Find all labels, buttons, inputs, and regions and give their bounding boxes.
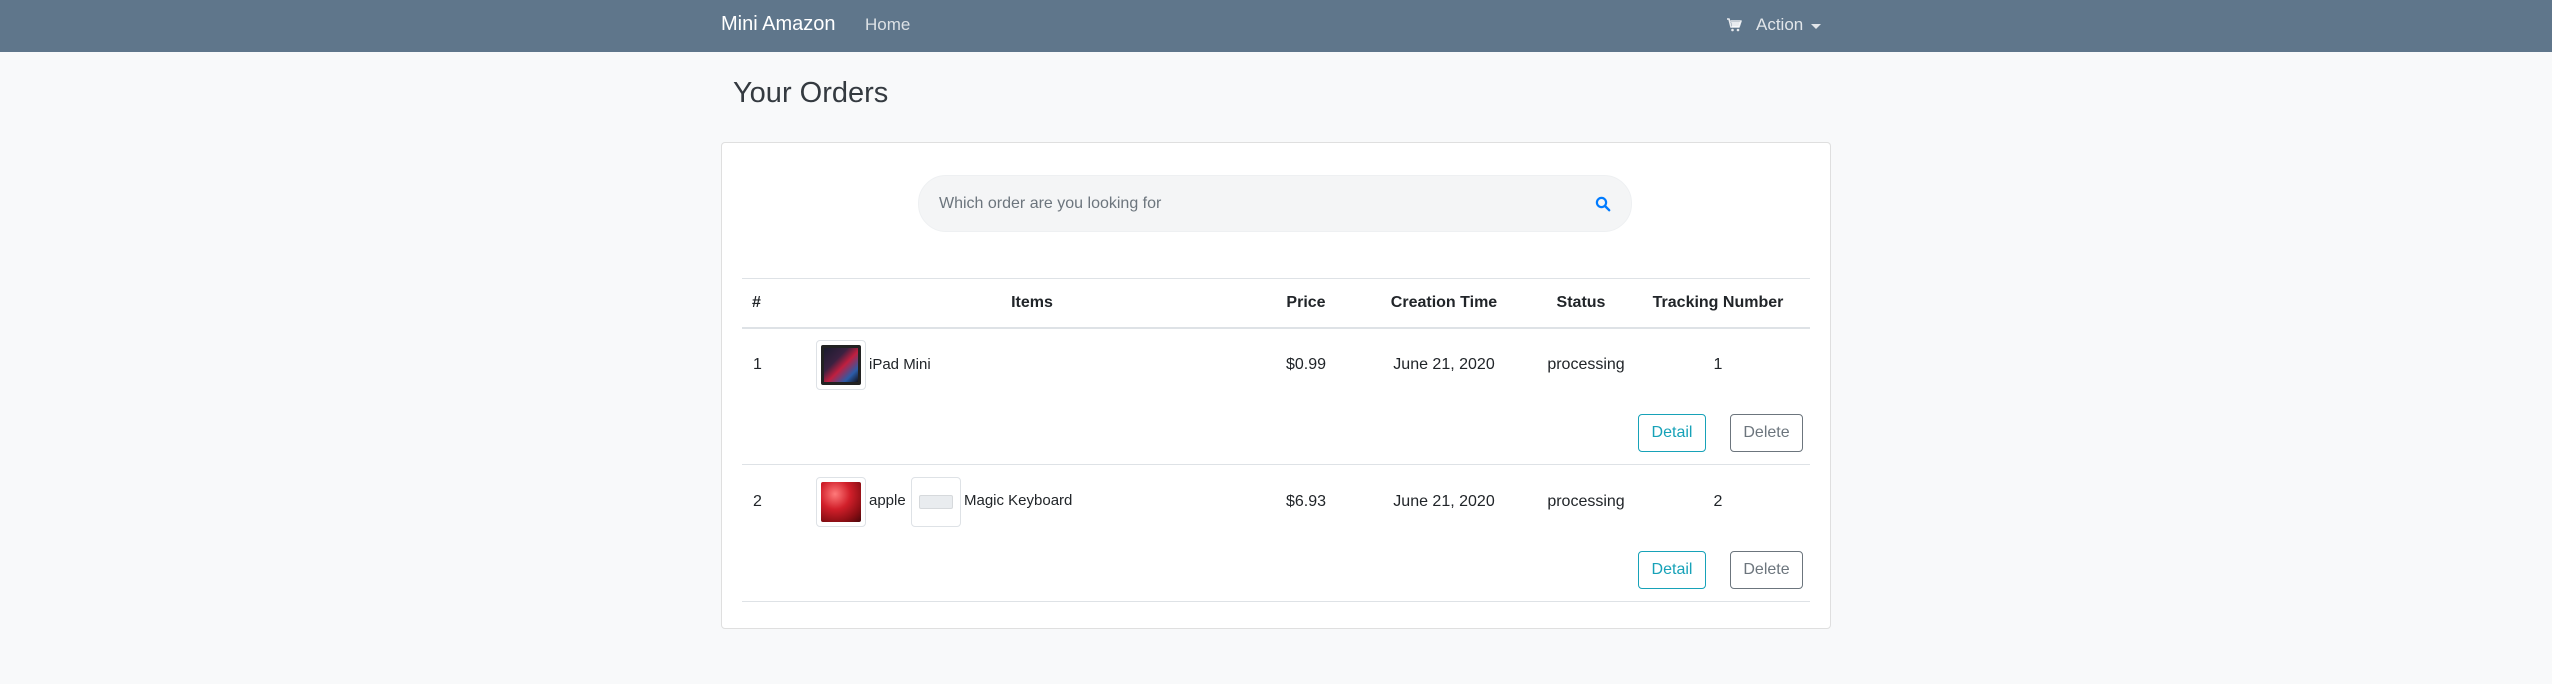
order-creation-time: June 21, 2020: [1393, 356, 1495, 373]
column-header-creation-time: Creation Time: [1390, 294, 1498, 311]
page-title: Your Orders: [733, 77, 889, 109]
navbar-brand[interactable]: Mini Amazon: [721, 12, 836, 36]
magic-keyboard-image: [916, 482, 956, 522]
ipad-mini-image: [821, 345, 861, 385]
order-price: $0.99: [1285, 356, 1327, 373]
search-icon[interactable]: [1595, 196, 1611, 212]
order-status: processing: [1547, 356, 1625, 373]
column-header-tracking-number: Tracking Number: [1652, 294, 1784, 311]
row-divider: [742, 464, 1810, 465]
action-dropdown-toggle[interactable]: Action: [1726, 13, 1822, 37]
order-tracking-number: 2: [1713, 493, 1723, 510]
item-name[interactable]: Magic Keyboard: [964, 491, 1072, 511]
action-label: Action: [1756, 15, 1804, 34]
column-header-price: Price: [1286, 294, 1326, 311]
item-name[interactable]: apple: [869, 491, 906, 511]
order-creation-time: June 21, 2020: [1393, 493, 1495, 510]
apple-image: [821, 482, 861, 522]
search-bar: [918, 175, 1632, 232]
item-thumbnail-apple[interactable]: [816, 477, 866, 527]
table-header-border: [742, 327, 1810, 329]
column-header-items: Items: [1011, 294, 1053, 311]
order-status: processing: [1547, 493, 1625, 510]
delete-button[interactable]: Delete: [1730, 551, 1803, 589]
column-header-status: Status: [1556, 294, 1606, 311]
item-thumbnail-magic-keyboard[interactable]: [911, 477, 961, 527]
top-navbar: Mini Amazon Home Action: [0, 0, 2552, 52]
table-top-border: [742, 278, 1810, 279]
detail-button[interactable]: Detail: [1638, 414, 1706, 452]
table-bottom-border: [742, 601, 1810, 602]
search-input[interactable]: [939, 176, 1539, 231]
order-number: 2: [753, 493, 762, 510]
order-number: 1: [753, 356, 762, 373]
nav-link-home[interactable]: Home: [865, 14, 910, 36]
item-name[interactable]: iPad Mini: [869, 355, 931, 375]
delete-button[interactable]: Delete: [1730, 414, 1803, 452]
column-header-number: #: [752, 294, 761, 311]
order-price: $6.93: [1285, 493, 1327, 510]
detail-button[interactable]: Detail: [1638, 551, 1706, 589]
cart-icon: [1727, 18, 1742, 32]
item-thumbnail-ipad-mini[interactable]: [816, 340, 866, 390]
caret-down-icon: [1811, 23, 1822, 29]
order-tracking-number: 1: [1713, 356, 1723, 373]
